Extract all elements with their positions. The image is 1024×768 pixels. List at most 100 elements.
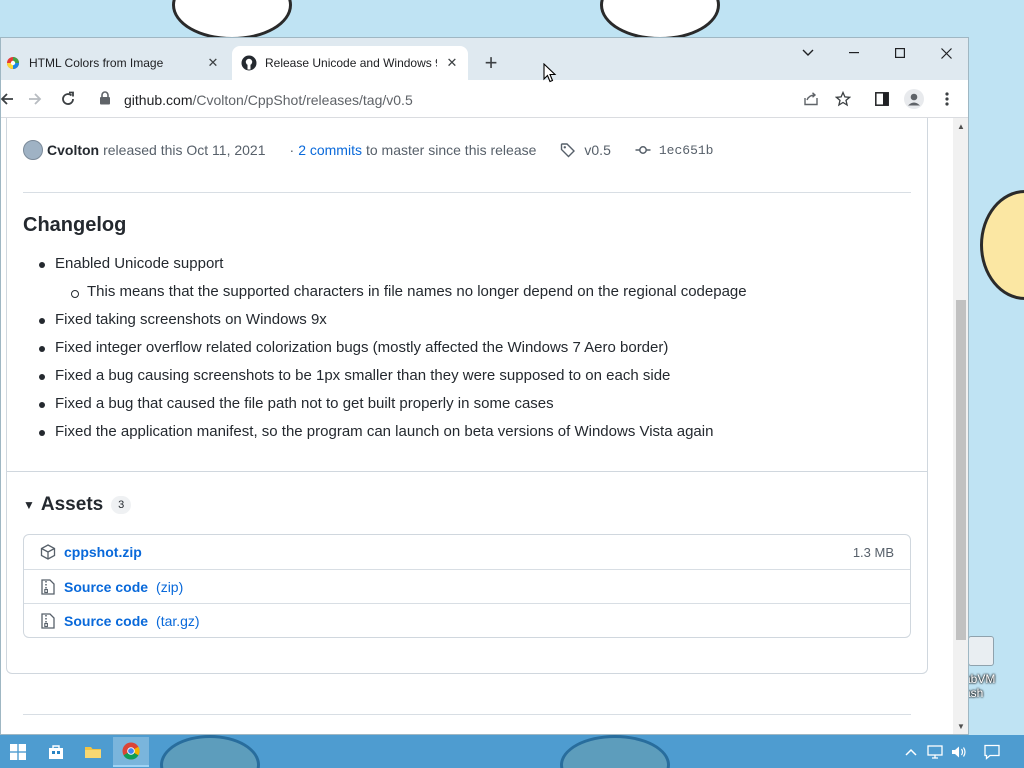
release-date: released this Oct 11, 2021 <box>103 142 266 158</box>
asset-row: cppshot.zip 1.3 MB <box>24 535 910 569</box>
assets-heading: Assets <box>40 494 104 515</box>
scrollbar-thumb[interactable] <box>956 300 966 640</box>
scroll-down-arrow-icon[interactable]: ▼ <box>953 720 968 734</box>
minimize-icon <box>849 52 859 54</box>
network-tray-button[interactable] <box>924 735 946 768</box>
asset-link[interactable]: Source code <box>64 579 148 595</box>
commits-link[interactable]: 2 commits <box>298 142 362 158</box>
asset-row: Source code (tar.gz) <box>24 603 910 637</box>
windows-logo-icon <box>10 744 26 760</box>
share-button[interactable] <box>797 85 825 113</box>
new-tab-button[interactable]: + <box>479 52 503 76</box>
windows-taskbar <box>0 735 1024 768</box>
asset-link[interactable]: cppshot.zip <box>64 544 142 560</box>
commits-text: to master since this release <box>365 142 537 158</box>
desktop-shortcut-label-1: abVM <box>964 672 996 686</box>
author-link[interactable]: Cvolton <box>47 142 99 158</box>
avatar-icon <box>904 89 924 109</box>
profile-button[interactable] <box>900 85 928 113</box>
changelog-item: Fixed integer overflow related colorizat… <box>39 336 915 364</box>
taskbar-file-explorer[interactable] <box>75 737 111 767</box>
changelog-item: Fixed a bug that caused the file path no… <box>39 392 915 420</box>
forward-button[interactable] <box>21 85 49 113</box>
asset-format[interactable]: (tar.gz) <box>156 613 200 629</box>
arrow-left-icon <box>1 93 13 105</box>
mouse-cursor-icon <box>543 63 557 83</box>
url-host: github.com <box>124 92 193 108</box>
back-button[interactable] <box>1 85 21 113</box>
lock-icon[interactable] <box>99 91 111 110</box>
browser-window: HTML Colors from Image ✕ Release Unicode… <box>0 37 969 735</box>
close-icon <box>940 47 952 59</box>
tag-icon <box>561 143 576 158</box>
page-scrollbar[interactable]: ▲ ▼ <box>953 118 968 734</box>
arrow-right-icon <box>29 93 42 105</box>
changelog-item: Fixed a bug causing screenshots to be 1p… <box>39 364 915 392</box>
minimize-button[interactable] <box>831 38 877 68</box>
tab-html-colors[interactable]: HTML Colors from Image ✕ <box>1 46 229 80</box>
release-meta: Cvolton released this Oct 11, 2021 · 2 c… <box>23 140 713 160</box>
changelog-item: Fixed the application manifest, so the p… <box>39 420 915 448</box>
taskbar-chrome[interactable] <box>113 737 149 767</box>
tab-github-release[interactable]: Release Unicode and Windows 9x ✕ <box>232 46 468 80</box>
wallpaper-character <box>600 0 720 40</box>
package-icon <box>40 544 56 560</box>
maximize-button[interactable] <box>877 38 923 68</box>
volume-tray-button[interactable] <box>948 735 970 768</box>
start-button[interactable] <box>0 737 36 767</box>
reload-button[interactable] <box>54 85 82 113</box>
network-icon <box>927 744 943 759</box>
changelog-item: Fixed taking screenshots on Windows 9x <box>39 308 915 336</box>
kebab-menu-icon <box>945 92 949 106</box>
changelog-item: Enabled Unicode support <box>39 252 915 280</box>
close-tab-icon[interactable]: ✕ <box>444 55 460 71</box>
browser-menu-button[interactable] <box>933 85 961 113</box>
close-window-button[interactable] <box>923 38 968 68</box>
assets-list: cppshot.zip 1.3 MB Source code (zip) Sou… <box>23 534 911 638</box>
action-center-button[interactable] <box>980 735 1004 768</box>
asset-format[interactable]: (zip) <box>156 579 183 595</box>
share-icon <box>804 92 818 106</box>
bookmark-button[interactable] <box>829 85 857 113</box>
divider <box>23 714 911 715</box>
tab-title: HTML Colors from Image <box>29 56 164 70</box>
store-icon <box>49 745 63 759</box>
tab-title: Release Unicode and Windows 9x <box>265 56 437 70</box>
changelog-subitem: This means that the supported characters… <box>55 280 915 308</box>
maximize-icon <box>895 48 905 58</box>
taskbar-store[interactable] <box>38 737 74 767</box>
commit-sha: 1ec651b <box>658 142 714 158</box>
asset-size: 1.3 MB <box>852 544 894 560</box>
assets-toggle[interactable]: ▼ Assets 3 <box>23 494 132 516</box>
tag-name: v0.5 <box>584 142 611 158</box>
tab-strip: HTML Colors from Image ✕ Release Unicode… <box>1 38 968 80</box>
chevron-up-icon <box>905 748 917 756</box>
address-bar[interactable]: github.com/Cvolton/CppShot/releases/tag/… <box>89 84 869 114</box>
browser-toolbar: github.com/Cvolton/CppShot/releases/tag/… <box>1 80 968 118</box>
folder-icon <box>85 747 101 758</box>
asset-link[interactable]: Source code <box>64 613 148 629</box>
color-wheel-icon <box>5 55 21 71</box>
release-page: Cvolton released this Oct 11, 2021 · 2 c… <box>1 118 953 734</box>
desktop-shortcut[interactable]: abVM ash <box>964 636 1024 706</box>
tab-search-button[interactable] <box>785 38 831 68</box>
commits-bullet: · <box>289 142 295 158</box>
url-path: /Cvolton/CppShot/releases/tag/v0.5 <box>192 92 413 108</box>
wallpaper-character <box>172 0 292 40</box>
commit-link[interactable]: 1ec651b <box>635 142 714 158</box>
side-panel-icon <box>875 92 889 106</box>
changelog-list: Enabled Unicode support This means that … <box>39 252 915 448</box>
author-avatar[interactable] <box>23 140 43 160</box>
tag-link[interactable]: v0.5 <box>560 142 611 158</box>
chrome-icon <box>122 742 140 760</box>
close-tab-icon[interactable]: ✕ <box>205 55 221 71</box>
file-zip-icon <box>40 578 56 595</box>
side-panel-button[interactable] <box>868 85 896 113</box>
chevron-down-icon <box>802 49 814 56</box>
scroll-up-arrow-icon[interactable]: ▲ <box>953 120 968 134</box>
show-hidden-icons-button[interactable] <box>902 735 920 768</box>
file-zip-icon <box>40 612 56 629</box>
notification-icon <box>984 744 1000 760</box>
wallpaper-character <box>980 190 1024 300</box>
section-divider <box>7 471 927 472</box>
